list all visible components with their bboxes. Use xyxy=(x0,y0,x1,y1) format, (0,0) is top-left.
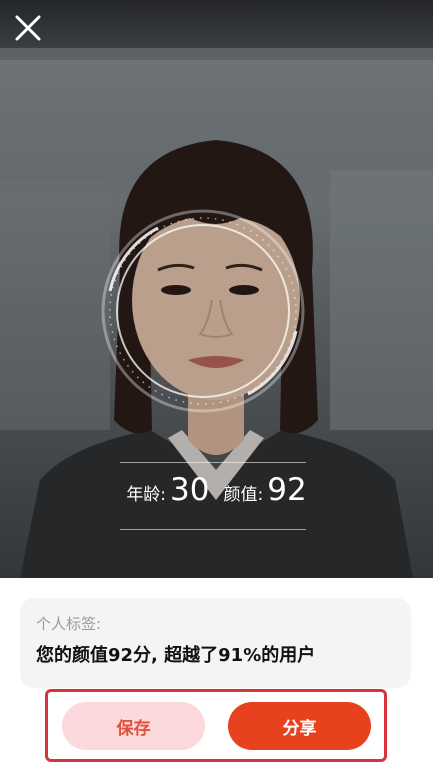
face-scan-ring xyxy=(101,209,305,413)
save-button[interactable]: 保存 xyxy=(62,702,205,750)
result-stats: 年龄: 30 颜值: 92 xyxy=(0,472,433,520)
personal-tag-card: 个人标签: 您的颜值92分, 超越了91%的用户 xyxy=(20,598,411,688)
result-panel: 个人标签: 您的颜值92分, 超越了91%的用户 保存 分享 xyxy=(0,578,433,769)
personal-tag-label: 个人标签: xyxy=(36,615,102,633)
close-icon xyxy=(15,15,41,41)
personal-tag-text: 您的颜值92分, 超越了91%的用户 xyxy=(36,645,316,666)
stats-divider-bottom xyxy=(120,529,306,530)
score-value: 92 xyxy=(267,472,307,508)
score-label: 颜值: xyxy=(223,485,264,505)
face-score-result-screen: 年龄: 30 颜值: 92 个人标签: 您的颜值92分, 超越了91%的用户 保… xyxy=(0,0,433,769)
share-button[interactable]: 分享 xyxy=(228,702,371,750)
stats-divider-top xyxy=(120,462,306,463)
age-label: 年龄: xyxy=(126,485,167,505)
age-value: 30 xyxy=(170,472,210,508)
close-button[interactable] xyxy=(10,10,46,46)
